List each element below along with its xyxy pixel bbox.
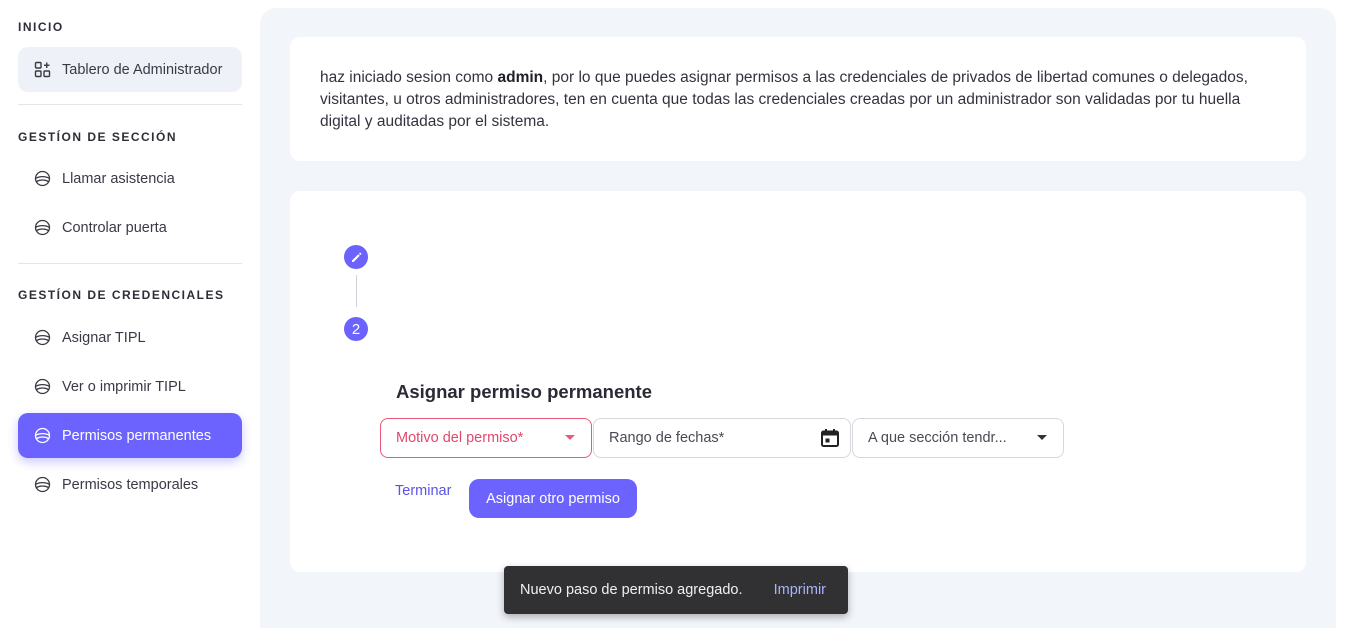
sidebar-item-permisos-permanentes[interactable]: Permisos permanentes [18,413,242,458]
info-user: admin [497,69,544,86]
sidebar: INICIO Tablero de Administrador GESTÍON … [0,0,260,619]
globe-icon [34,170,51,187]
divider [18,104,242,105]
form-title: Asignar permiso permanente [396,381,652,402]
date-range-placeholder: Rango de fechas* [609,430,725,446]
sidebar-item-label: Ver o imprimir TIPL [62,378,186,395]
globe-icon [34,427,51,444]
sidebar-item-llamar-asistencia[interactable]: Llamar asistencia [18,156,242,201]
date-range-input[interactable]: Rango de fechas* [593,418,851,458]
info-text-prefix: haz iniciado sesion como [320,69,498,86]
snackbar-message: Nuevo paso de permiso agregado. [520,582,743,598]
finish-button[interactable]: Terminar [395,483,451,499]
sidebar-item-dashboard[interactable]: Tablero de Administrador [18,47,242,92]
step-1-edit[interactable] [344,245,368,269]
section-select[interactable]: A que sección tendr... [852,418,1064,458]
sidebar-item-controlar-puerta[interactable]: Controlar puerta [18,205,242,250]
sidebar-item-label: Tablero de Administrador [62,61,223,78]
motivo-placeholder: Motivo del permiso* [396,430,524,446]
info-card: haz iniciado sesion como admin, por lo q… [290,37,1306,161]
divider [18,263,242,264]
sidebar-item-label: Controlar puerta [62,219,167,236]
section-placeholder: A que sección tendr... [868,430,1007,446]
assign-another-button[interactable]: Asignar otro permiso [469,479,637,518]
step-2[interactable]: 2 [344,317,368,341]
section-title-gestion-credenciales: GESTÍON DE CREDENCIALES [18,288,225,302]
calendar-icon[interactable] [820,428,840,448]
section-title-inicio: INICIO [18,20,64,34]
snackbar-print-action[interactable]: Imprimir [774,582,826,598]
chevron-down-icon [565,435,575,440]
sidebar-item-label: Asignar TIPL [62,329,146,346]
snackbar: Nuevo paso de permiso agregado. Imprimir [504,566,848,614]
sidebar-item-label: Llamar asistencia [62,170,175,187]
sidebar-item-asignar-tipl[interactable]: Asignar TIPL [18,315,242,360]
section-title-gestion-seccion: GESTÍON DE SECCIÓN [18,130,178,144]
main-content: haz iniciado sesion como admin, por lo q… [260,8,1336,628]
globe-icon [34,476,51,493]
motivo-select[interactable]: Motivo del permiso* [380,418,592,458]
sidebar-item-label: Permisos temporales [62,476,199,493]
step-connector [356,275,357,307]
permission-form-card: 2 Asignar permiso permanente Motivo del … [290,191,1306,572]
sidebar-item-permisos-temporales[interactable]: Permisos temporales [18,462,242,507]
chevron-down-icon [1037,435,1047,440]
dashboard-icon [34,61,51,78]
pencil-icon [350,251,363,264]
globe-icon [34,329,51,346]
globe-icon [34,378,51,395]
sidebar-item-ver-imprimir-tipl[interactable]: Ver o imprimir TIPL [18,364,242,409]
sidebar-item-label: Permisos permanentes [62,427,212,444]
globe-icon [34,219,51,236]
